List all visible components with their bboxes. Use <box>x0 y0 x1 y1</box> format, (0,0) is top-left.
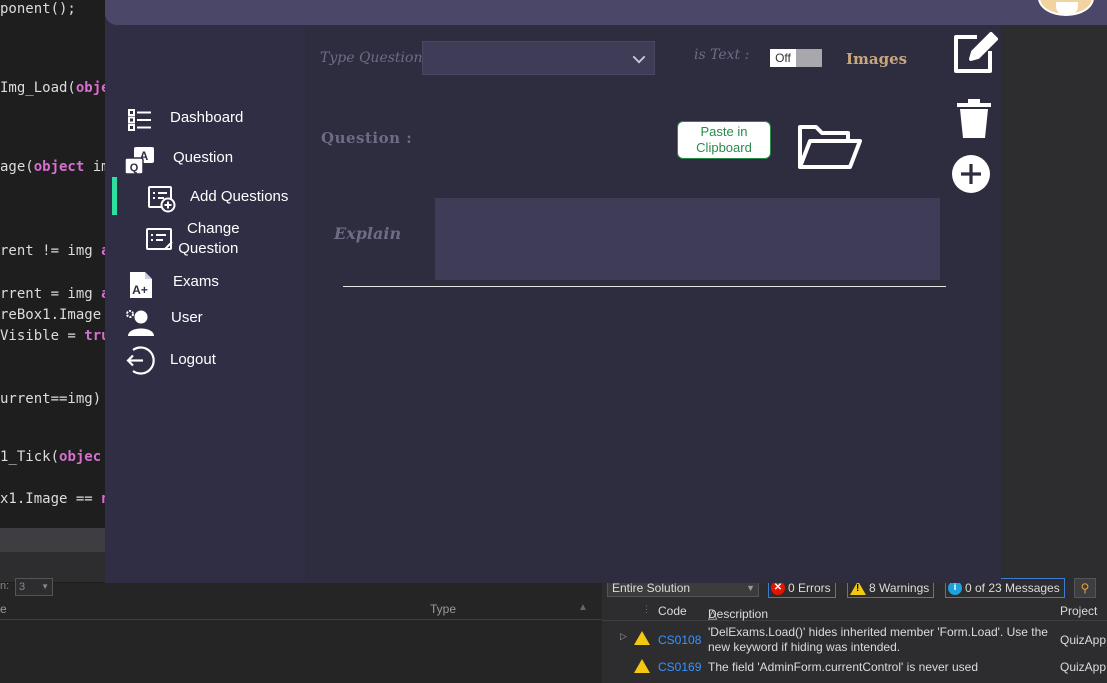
paste-clipboard-button[interactable]: Paste in Clipboard <box>677 121 771 159</box>
svg-text:A+: A+ <box>132 283 148 297</box>
code-line: Img_Load(obje <box>0 80 105 96</box>
warning-icon <box>634 631 650 645</box>
code-line: age(object im <box>0 159 105 175</box>
sidebar-item-label: Dashboard <box>170 109 244 126</box>
output-panel: e Type ▲ <box>0 583 602 683</box>
title-bar[interactable] <box>105 0 1107 25</box>
sidebar-item-label: User <box>171 309 203 326</box>
output-header: e Type ▲ <box>0 598 602 620</box>
line-field-label: n: <box>0 580 10 592</box>
folder-open-icon[interactable] <box>796 121 864 173</box>
active-indicator <box>112 177 117 215</box>
error-description: 'DelExams.Load()' hides inherited member… <box>708 625 1048 654</box>
line-number-field[interactable]: 3 ▼ <box>15 578 53 596</box>
ide-right-pane <box>1001 0 1107 583</box>
code-line: x1.Image == n <box>0 491 105 507</box>
sidebar-item-label: Logout <box>170 351 216 368</box>
error-project: QuizApp <box>1060 660 1107 674</box>
explain-textarea[interactable] <box>435 198 940 280</box>
info-icon: i <box>948 581 962 595</box>
sidebar-item-dashboard[interactable]: Dashboard <box>127 108 244 131</box>
code-line: rrent = img a <box>0 286 105 302</box>
sidebar-item-logout[interactable]: Logout <box>123 344 216 375</box>
error-list: Entire Solution▼ ✕0 Errors 8 Warnings i0… <box>602 575 1107 683</box>
add-circle-icon[interactable] <box>951 154 991 194</box>
code-editor: ponent(); Img_Load(obje age(object im re… <box>0 0 105 528</box>
scroll-up-icon[interactable]: ▲ <box>578 602 588 613</box>
edit-icon[interactable] <box>951 29 999 75</box>
code-line: urrent==img) <box>0 391 102 407</box>
svg-text:Q: Q <box>130 162 139 174</box>
sidebar-item-change-question[interactable]: Change Question <box>145 219 240 259</box>
warning-icon <box>634 659 650 673</box>
column-header-type[interactable]: Type <box>430 602 456 616</box>
question-qa-icon: A Q <box>124 147 154 175</box>
sidebar-item-label: Question <box>178 240 239 257</box>
warning-icon <box>850 581 866 596</box>
exam-grade-icon: A+ <box>130 272 152 298</box>
edit-question-icon <box>146 228 173 250</box>
explain-label: Explain <box>334 224 402 243</box>
error-list-columns: ⋮ Code Description △ Project <box>602 601 1107 621</box>
toggle-knob[interactable] <box>796 49 822 67</box>
images-label: Images <box>846 50 908 68</box>
code-line: Visible = tru <box>0 328 105 344</box>
sidebar-item-label: Exams <box>173 273 219 290</box>
sidebar-item-exams[interactable]: A+ Exams <box>128 270 219 298</box>
column-header[interactable]: e <box>0 602 7 616</box>
column-header-code[interactable]: Code <box>658 604 687 618</box>
code-line: rent != img a <box>0 243 105 259</box>
sidebar-item-label: Change <box>187 220 240 237</box>
sidebar-item-add-questions[interactable]: Add Questions <box>147 185 289 213</box>
expand-icon[interactable]: ▷ <box>620 631 627 642</box>
error-code[interactable]: CS0169 <box>658 660 701 674</box>
column-sort-icon[interactable]: ⋮ <box>642 604 651 615</box>
sidebar-item-user[interactable]: User <box>124 308 203 336</box>
toggle-off-label: Off <box>770 49 796 67</box>
add-question-icon <box>148 186 176 213</box>
is-text-toggle[interactable]: Off <box>770 49 822 67</box>
error-project: QuizApp <box>1060 633 1107 647</box>
code-line: reBox1.Image <box>0 307 102 323</box>
logout-icon <box>126 346 155 375</box>
divider <box>343 286 946 287</box>
code-line: 1_Tick(objec <box>0 449 102 465</box>
dashboard-list-icon <box>128 109 151 131</box>
sidebar-item-label: Question <box>173 149 234 166</box>
question-label: Question : <box>321 129 413 147</box>
trash-icon[interactable] <box>955 98 993 140</box>
chevron-down-icon <box>632 50 646 64</box>
type-question-select[interactable] <box>422 41 655 75</box>
main-panel <box>305 25 1001 583</box>
filter-icon[interactable]: ⚲ <box>1074 578 1096 598</box>
sort-ascending-icon: △ <box>708 607 718 621</box>
column-header-project[interactable]: Project <box>1060 604 1097 618</box>
is-text-label: is Text : <box>694 47 750 63</box>
sidebar-item-question[interactable]: A Q Question <box>124 146 234 175</box>
sidebar-item-label: Add Questions <box>190 188 289 205</box>
code-line: ponent(); <box>0 1 76 17</box>
error-code[interactable]: CS0108 <box>658 633 701 647</box>
type-question-label: Type Question <box>320 50 423 66</box>
chevron-down-icon: ▼ <box>41 582 49 591</box>
editor-scrollbar[interactable] <box>0 528 105 552</box>
user-gear-icon <box>126 310 154 336</box>
error-description: The field 'AdminForm.currentControl' is … <box>708 660 979 674</box>
error-icon: ✕ <box>771 581 785 595</box>
